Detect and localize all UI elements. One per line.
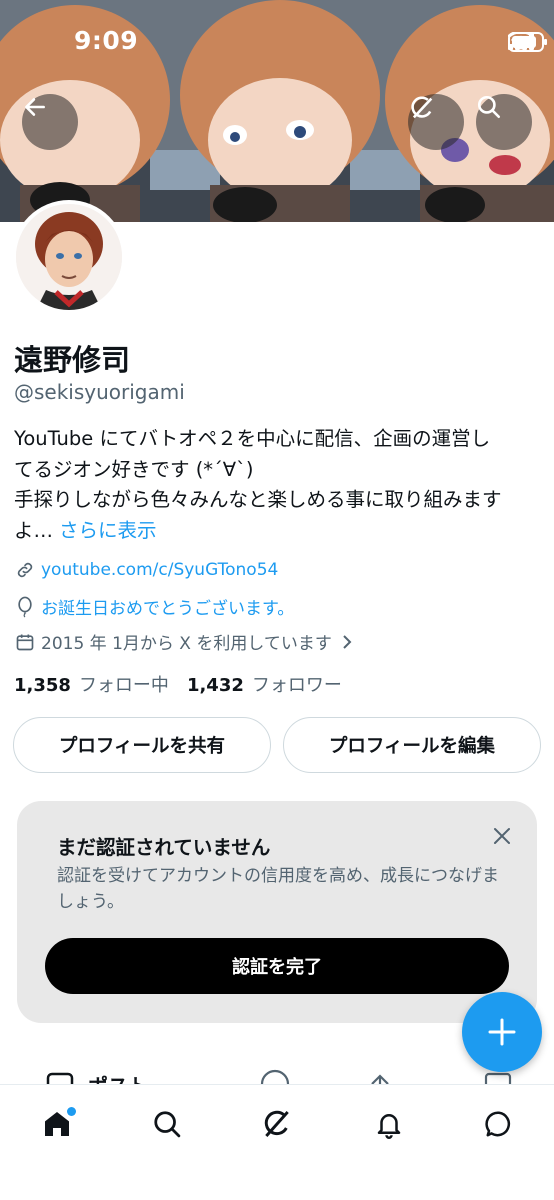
profile-link-row[interactable]: youtube.com/c/SyuGTono54 [14, 559, 278, 581]
tab-icons [46, 1069, 512, 1084]
followers-label: フォロワー [251, 675, 342, 696]
verification-description: 認証を受けてアカウントの信用度を高め、成長につなげましょう。 [57, 866, 499, 912]
message-icon [485, 1111, 511, 1137]
link-icon [14, 559, 36, 581]
bottom-nav [0, 1084, 554, 1200]
nav-grok[interactable] [252, 1099, 302, 1149]
birthday-row: お誕生日おめでとうございます。 [14, 594, 294, 619]
followers-stat[interactable]: 1,432 フォロワー [187, 671, 342, 697]
follow-stats: 1,358 フォロー中 1,432 フォロワー [14, 671, 360, 697]
nav-notifications[interactable] [364, 1099, 414, 1149]
verification-card: まだ認証されていません 認証を受けてアカウントの信用度を高め、成長につなげましょ… [17, 801, 537, 1023]
joined-row[interactable]: 2015 年 1月から X を利用しています [14, 629, 354, 654]
bio-line: YouTube にてバトオペ２を中心に配信、企画の運営し [14, 427, 491, 450]
nav-messages[interactable] [474, 1099, 524, 1149]
following-stat[interactable]: 1,358 フォロー中 [14, 671, 169, 697]
profile-link[interactable]: youtube.com/c/SyuGTono54 [41, 560, 278, 580]
avatar-image [16, 204, 122, 310]
bio-line-last: よ… さらに表示 [14, 516, 544, 547]
close-button[interactable] [489, 823, 515, 849]
show-more-link[interactable]: さらに表示 [59, 519, 157, 542]
profile-banner[interactable]: 9:09 [0, 0, 554, 222]
notification-dot [67, 1107, 76, 1116]
search-icon [477, 95, 501, 119]
nav-home[interactable] [32, 1099, 82, 1149]
following-count: 1,358 [14, 675, 71, 696]
profile-tabs: ポスト [0, 1064, 554, 1084]
tab-posts[interactable]: ポスト [88, 1070, 148, 1084]
status-time: 9:09 [74, 26, 139, 55]
birthday-text: お誕生日おめでとうございます。 [41, 599, 295, 619]
profile-handle: @sekisyuorigami [14, 380, 185, 404]
followers-count: 1,432 [186, 675, 244, 696]
bio-line: よ… [14, 518, 54, 542]
profile-name: 遠野修司 [14, 343, 131, 377]
profile-avatar[interactable] [12, 200, 126, 314]
verification-title: まだ認証されていません [57, 836, 271, 859]
nav-search[interactable] [142, 1099, 192, 1149]
following-label: フォロー中 [78, 675, 169, 696]
bio-line: てるジオン好きです (*´∀`) [14, 457, 254, 481]
bell-icon [377, 1114, 401, 1139]
battery-icon [508, 32, 547, 52]
joined-text: 2015 年 1月から X を利用しています [41, 634, 332, 654]
profile-bio: YouTube にてバトオペ２を中心に配信、企画の運営し てるジオン好きです (… [14, 424, 544, 546]
grok-icon [411, 96, 433, 119]
share-profile-button[interactable]: プロフィールを共有 [13, 717, 271, 773]
calendar-icon [14, 631, 36, 653]
chevron-right-icon [343, 634, 352, 649]
grok-button[interactable] [408, 94, 464, 150]
plus-icon [488, 1018, 516, 1046]
complete-verification-button[interactable]: 認証を完了 [45, 938, 509, 994]
compose-button[interactable] [462, 992, 542, 1072]
bio-line: 手探りしながら色々みんなと楽しめる事に取り組みます [14, 488, 502, 511]
arrow-left-icon [25, 98, 45, 116]
status-bar: 9:09 [0, 0, 554, 84]
balloon-icon [14, 596, 36, 618]
edit-profile-button[interactable]: プロフィールを編集 [283, 717, 541, 773]
back-button[interactable] [22, 94, 78, 150]
grok-icon [264, 1110, 289, 1137]
search-icon [154, 1111, 181, 1138]
close-icon [494, 828, 510, 844]
search-button[interactable] [476, 94, 532, 150]
